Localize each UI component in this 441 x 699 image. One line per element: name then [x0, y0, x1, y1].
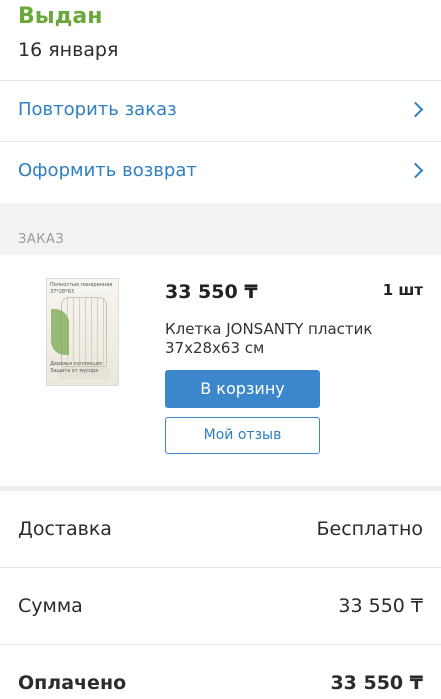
- sum-label: Сумма: [18, 595, 83, 617]
- plant-graphic: [51, 309, 69, 355]
- order-status-date: 16 января: [18, 39, 119, 61]
- order-status-title: Выдан: [18, 4, 103, 29]
- product-image-caption-bottom: Деревья коллекция Защита от мусора: [50, 361, 102, 374]
- delivery-value: Бесплатно: [316, 518, 424, 540]
- order-item: Полностью панаренная 37*28*63 Деревья ко…: [0, 256, 441, 486]
- summary-row-sum: Сумма 33 550 ₸: [0, 568, 441, 645]
- product-image[interactable]: Полностью панаренная 37*28*63 Деревья ко…: [46, 278, 119, 386]
- paid-label: Оплачено: [18, 672, 127, 694]
- repeat-order-label: Повторить заказ: [18, 99, 177, 120]
- order-section-header: ЗАКАЗ: [18, 232, 65, 247]
- chevron-right-icon: [407, 162, 424, 179]
- my-review-button[interactable]: Мой отзыв: [165, 417, 320, 454]
- order-status-block: Выдан 16 января: [0, 0, 441, 80]
- chevron-right-icon: [407, 101, 424, 118]
- order-section-header-band: ЗАКАЗ: [0, 203, 441, 255]
- add-to-cart-button[interactable]: В корзину: [165, 370, 320, 408]
- item-price: 33 550 ₸: [165, 281, 258, 303]
- item-quantity: 1 шт: [382, 281, 423, 299]
- item-title[interactable]: Клетка JONSANTY пластик 37x28x63 см: [165, 320, 395, 358]
- product-image-caption-top: Полностью панаренная 37*28*63: [50, 282, 113, 295]
- return-order-row[interactable]: Оформить возврат: [0, 142, 441, 202]
- delivery-label: Доставка: [18, 518, 112, 540]
- sum-value: 33 550 ₸: [338, 595, 423, 617]
- paid-value: 33 550 ₸: [330, 672, 423, 694]
- return-order-label: Оформить возврат: [18, 160, 197, 181]
- repeat-order-row[interactable]: Повторить заказ: [0, 81, 441, 141]
- summary-row-delivery: Доставка Бесплатно: [0, 491, 441, 568]
- summary-row-paid: Оплачено 33 550 ₸: [0, 645, 441, 699]
